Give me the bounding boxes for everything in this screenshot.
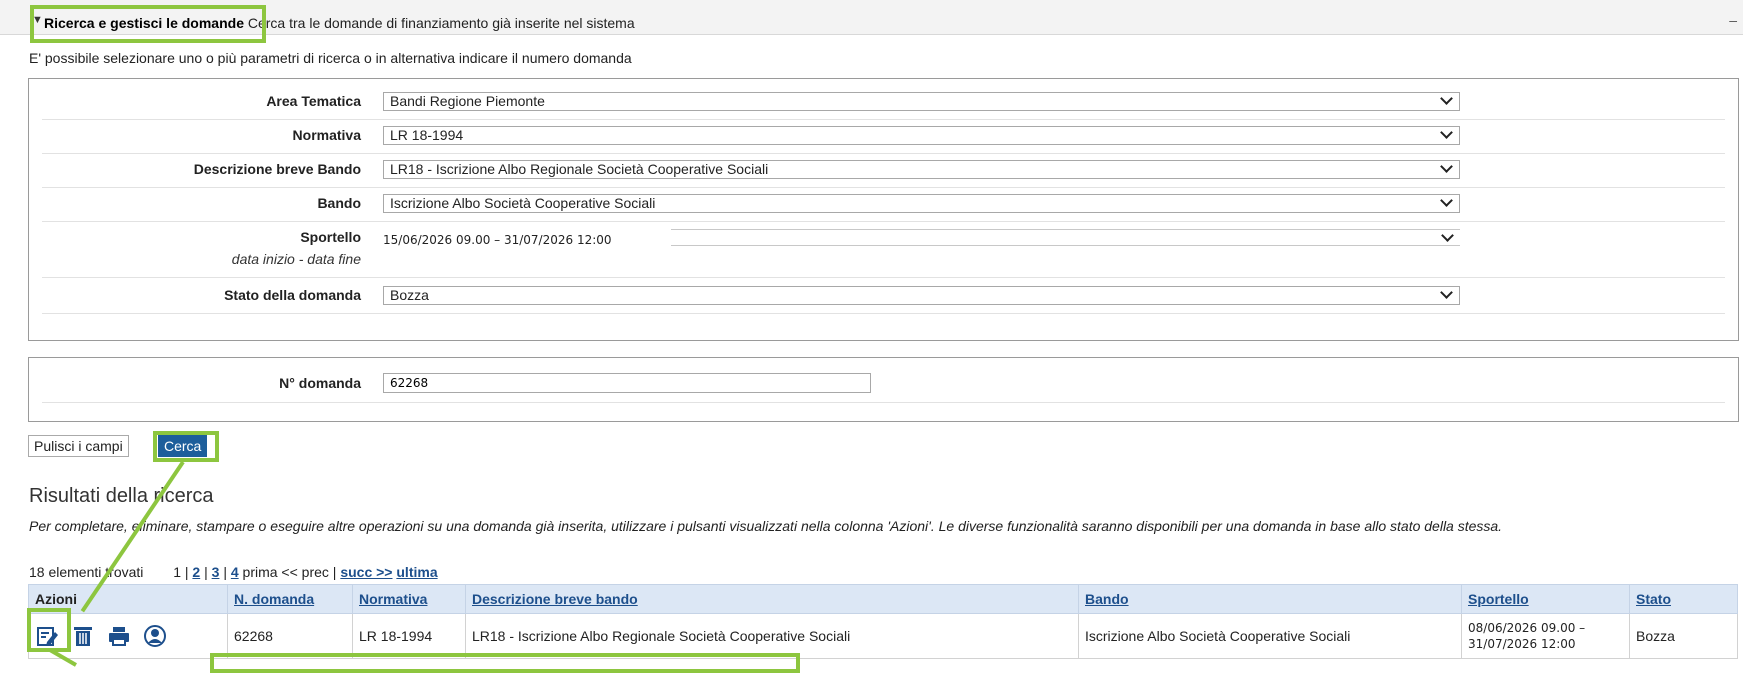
sort-normativa-link[interactable]: Normativa <box>359 591 427 607</box>
pager-page-3[interactable]: 3 <box>212 564 220 580</box>
table-header-row: Azioni N. domanda Normativa Descrizione … <box>28 584 1738 614</box>
sportello-value: 15/06/2026 09.00 – 31/07/2026 12:00 <box>383 233 612 247</box>
divider <box>42 119 1725 120</box>
user-icon[interactable] <box>143 624 167 648</box>
sort-stato-link[interactable]: Stato <box>1636 591 1671 607</box>
col-normativa[interactable]: Normativa <box>352 584 466 614</box>
select-border <box>671 229 1460 230</box>
sort-bando-link[interactable]: Bando <box>1085 591 1129 607</box>
cell-stato: Bozza <box>1629 613 1738 659</box>
col-sportello[interactable]: Sportello <box>1461 584 1630 614</box>
trash-icon[interactable] <box>71 624 95 648</box>
chevron-down-icon <box>1440 194 1453 207</box>
pager-prev: prec <box>301 564 329 580</box>
search-button[interactable]: Cerca <box>158 435 208 457</box>
divider <box>42 313 1725 314</box>
pager-next[interactable]: succ >> <box>340 564 392 580</box>
chevron-down-icon <box>1441 229 1454 242</box>
descrizione-bando-select[interactable]: LR18 - Iscrizione Albo Regionale Società… <box>383 160 1460 179</box>
numero-domanda-label: N° domanda <box>279 375 361 391</box>
search-panel: Area Tematica Bandi Regione Piemonte Nor… <box>28 78 1739 341</box>
divider <box>42 221 1725 222</box>
sportello-label: Sportello <box>300 229 361 245</box>
col-numero[interactable]: N. domanda <box>227 584 353 614</box>
cell-numero: 62268 <box>227 613 353 659</box>
area-tematica-value: Bandi Regione Piemonte <box>390 93 545 109</box>
stato-select[interactable]: Bozza <box>383 286 1460 305</box>
collapse-button[interactable]: – <box>1729 12 1737 28</box>
col-azioni: Azioni <box>28 584 228 614</box>
divider <box>42 153 1725 154</box>
select-border <box>671 245 1460 246</box>
pager-last[interactable]: ultima <box>396 564 437 580</box>
pagination: 18 elementi trovati 1 | 2 | 3 | 4 prima … <box>29 564 438 580</box>
chevron-down-icon <box>1440 160 1453 173</box>
area-tematica-select[interactable]: Bandi Regione Piemonte <box>383 92 1460 111</box>
numero-panel: N° domanda <box>28 357 1739 422</box>
results-note: Per completare, eliminare, stampare o es… <box>29 518 1503 534</box>
pager-page-4[interactable]: 4 <box>231 564 239 580</box>
intro-text: E' possibile selezionare uno o più param… <box>29 50 632 66</box>
bando-value: Iscrizione Albo Società Cooperative Soci… <box>390 195 656 211</box>
sort-descrizione-link[interactable]: Descrizione breve bando <box>472 591 638 607</box>
clear-fields-button[interactable]: Pulisci i campi <box>28 435 129 457</box>
edit-icon[interactable] <box>35 624 59 648</box>
cell-bando: Iscrizione Albo Società Cooperative Soci… <box>1078 613 1462 659</box>
col-descrizione[interactable]: Descrizione breve bando <box>465 584 1079 614</box>
descrizione-bando-label: Descrizione breve Bando <box>193 161 361 177</box>
section-title: Ricerca e gestisci le domande Cerca tra … <box>44 15 635 31</box>
sportello-sublabel: data inizio - data fine <box>231 251 361 267</box>
divider <box>42 187 1725 188</box>
sort-sportello-link[interactable]: Sportello <box>1468 591 1529 607</box>
cell-sportello: 08/06/2026 09.00 – 31/07/2026 12:00 <box>1461 613 1630 659</box>
pager-page-2[interactable]: 2 <box>192 564 200 580</box>
normativa-label: Normativa <box>292 127 361 143</box>
col-stato[interactable]: Stato <box>1629 584 1738 614</box>
cell-descrizione: LR18 - Iscrizione Albo Regionale Società… <box>465 613 1079 659</box>
divider <box>42 402 1725 403</box>
stato-label: Stato della domanda <box>224 287 361 303</box>
results-count: 18 elementi trovati <box>29 564 144 580</box>
chevron-down-icon <box>1440 126 1453 139</box>
print-icon[interactable] <box>107 624 131 648</box>
col-bando[interactable]: Bando <box>1078 584 1462 614</box>
pager-current: 1 <box>173 564 181 580</box>
cell-normativa: LR 18-1994 <box>352 613 466 659</box>
chevron-down-icon <box>1440 92 1453 105</box>
sort-numero-link[interactable]: N. domanda <box>234 591 314 607</box>
descrizione-bando-value: LR18 - Iscrizione Albo Regionale Società… <box>390 161 769 177</box>
results-table: Azioni N. domanda Normativa Descrizione … <box>28 584 1738 659</box>
bando-select[interactable]: Iscrizione Albo Società Cooperative Soci… <box>383 194 1460 213</box>
sportello-select[interactable]: 15/06/2026 09.00 – 31/07/2026 12:00 <box>383 229 1460 251</box>
normativa-select[interactable]: LR 18-1994 <box>383 126 1460 145</box>
area-tematica-label: Area Tematica <box>266 93 361 109</box>
pager-first: prima << <box>242 564 298 580</box>
section-subtitle: Cerca tra le domande di finanziamento gi… <box>247 15 635 31</box>
expand-arrow-icon[interactable]: ▼ <box>32 14 43 26</box>
stato-value: Bozza <box>390 287 429 303</box>
results-title: Risultati della ricerca <box>29 485 214 507</box>
section-title-bold: Ricerca e gestisci le domande <box>44 15 244 31</box>
divider <box>42 277 1725 278</box>
numero-domanda-input[interactable] <box>383 373 871 393</box>
table-row: 62268 LR 18-1994 LR18 - Iscrizione Albo … <box>28 613 1738 659</box>
section-header[interactable]: ▼ Ricerca e gestisci le domande Cerca tr… <box>0 0 1743 35</box>
chevron-down-icon <box>1440 286 1453 299</box>
bando-label: Bando <box>317 195 361 211</box>
normativa-value: LR 18-1994 <box>390 127 464 143</box>
